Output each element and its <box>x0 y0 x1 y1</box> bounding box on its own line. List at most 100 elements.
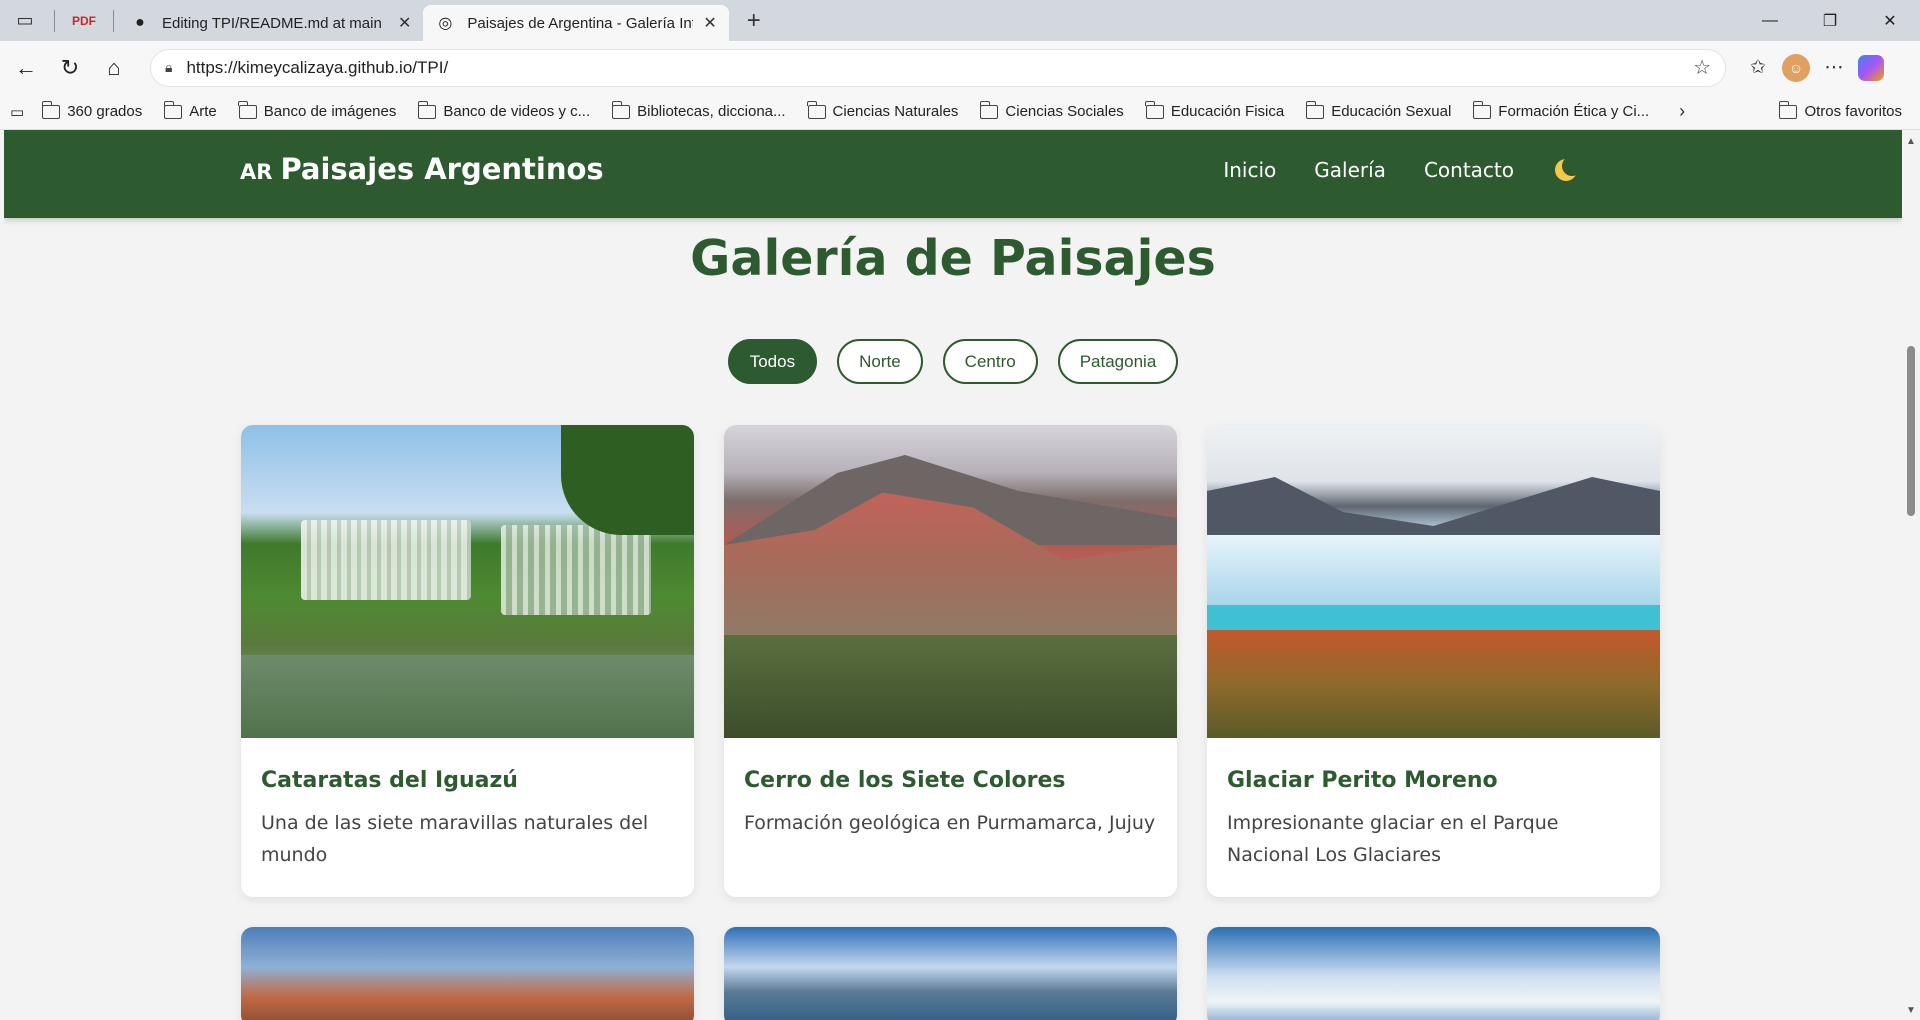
favorite-label: Bibliotecas, dicciona... <box>637 103 786 120</box>
folder-icon <box>417 100 437 119</box>
tree-shape <box>561 425 694 535</box>
card-image-siete-colores[interactable] <box>724 425 1177 738</box>
sidebar-toggle-icon[interactable]: ▭ <box>0 0 50 41</box>
site-nav: Inicio Galería Contacto <box>1185 156 1582 184</box>
minimize-icon[interactable]: — <box>1740 0 1800 41</box>
gallery-card[interactable] <box>1207 927 1660 1020</box>
mountain-shape <box>1207 477 1660 540</box>
filter-todos-button[interactable]: Todos <box>727 339 818 384</box>
filter-centro-button[interactable]: Centro <box>942 339 1038 384</box>
favorite-label: Otros favoritos <box>1804 103 1902 120</box>
favorite-label: Ciencias Sociales <box>1005 103 1124 120</box>
favorite-folder[interactable]: Educación Fisica <box>1145 100 1285 120</box>
favorite-label: Educación Sexual <box>1331 103 1452 120</box>
card-image-iguazu[interactable] <box>241 425 694 738</box>
gallery-grid: Cataratas del Iguazú Una de las siete ma… <box>241 425 1665 1020</box>
favorite-star-icon[interactable]: ☆ <box>1693 55 1711 80</box>
github-icon: ● <box>135 14 145 31</box>
folder-icon <box>1305 100 1325 119</box>
url-text[interactable]: https://kimeycalizaya.github.io/TPI/ <box>186 58 1693 78</box>
folder-icon <box>611 100 631 119</box>
pdf-tab-icon[interactable]: PDF <box>59 0 109 41</box>
close-icon[interactable]: ✕ <box>703 13 716 33</box>
card-image[interactable] <box>1207 927 1660 1020</box>
card-body: Cataratas del Iguazú Una de las siete ma… <box>241 738 694 897</box>
folder-icon <box>979 100 999 119</box>
back-icon[interactable]: ← <box>4 46 48 90</box>
close-icon[interactable]: ✕ <box>398 13 411 33</box>
reload-icon[interactable]: ↻ <box>48 46 92 90</box>
scroll-up-icon[interactable]: ▲ <box>1906 136 1916 147</box>
favorite-folder[interactable]: Ciencias Naturales <box>806 100 959 120</box>
avatar[interactable]: ☺ <box>1782 53 1810 82</box>
tab-github-readme[interactable]: ● Editing TPI/README.md at main ✕ <box>118 5 423 41</box>
nav-link-contacto[interactable]: Contacto <box>1424 158 1514 182</box>
card-title: Glaciar Perito Moreno <box>1227 768 1498 793</box>
card-title: Cataratas del Iguazú <box>261 768 518 793</box>
new-tab-icon[interactable]: + <box>729 0 779 41</box>
address-bar[interactable]: 🔒︎ https://kimeycalizaya.github.io/TPI/ … <box>150 48 1726 87</box>
site-info-icon[interactable]: 🔒︎ <box>165 59 172 76</box>
gallery-card[interactable]: Cerro de los Siete Colores Formación geo… <box>724 425 1177 897</box>
moon-icon[interactable] <box>1552 156 1582 184</box>
more-options-icon[interactable]: ⋯ <box>1814 48 1854 88</box>
favorites-bar: ▭ 360 grados Arte Banco de imágenes Banc… <box>0 94 1920 130</box>
favorite-folder[interactable]: Educación Sexual <box>1305 100 1452 120</box>
gallery-card[interactable] <box>241 927 694 1020</box>
folder-icon <box>1778 100 1798 119</box>
favorite-folder[interactable]: Ciencias Sociales <box>979 100 1124 120</box>
folder-icon <box>1472 100 1492 119</box>
nav-link-galeria[interactable]: Galería <box>1314 158 1386 182</box>
window-close-icon[interactable]: ✕ <box>1860 0 1920 41</box>
scrollbar-thumb[interactable] <box>1907 346 1915 516</box>
page-viewport: AR Paisajes Argentinos Inicio Galería Co… <box>4 130 1902 1020</box>
favorite-folder[interactable]: Formación Ética y Ci... <box>1472 100 1650 120</box>
filter-patagonia-button[interactable]: Patagonia <box>1057 339 1179 384</box>
favorite-label: Educación Fisica <box>1170 103 1285 120</box>
card-description: Una de las siete maravillas naturales de… <box>261 812 649 866</box>
glacier-shape <box>1207 535 1660 605</box>
river-shape <box>241 655 694 738</box>
copilot-icon[interactable] <box>1858 54 1884 81</box>
favorite-label: Banco de videos y c... <box>443 103 591 120</box>
browser-tab-bar: ▭ PDF ● Editing TPI/README.md at main ✕ … <box>0 0 1920 41</box>
filter-buttons: Todos Norte Centro Patagonia <box>4 339 1902 384</box>
home-icon[interactable]: ⌂ <box>92 46 136 90</box>
site-brand[interactable]: AR Paisajes Argentinos <box>240 152 604 186</box>
favorite-folder[interactable]: 360 grados <box>41 100 143 120</box>
waterfall-shape <box>501 525 651 615</box>
folder-icon <box>1145 100 1164 119</box>
gallery-card[interactable]: Cataratas del Iguazú Una de las siete ma… <box>241 425 694 897</box>
page-title: Galería de Paisajes <box>690 230 1216 287</box>
tab-paisajes[interactable]: ◎ Paisajes de Argentina - Galería Int ✕ <box>423 5 729 41</box>
favorite-folder[interactable]: Arte <box>163 100 217 120</box>
favorite-label: Formación Ética y Ci... <box>1498 103 1650 120</box>
other-favorites[interactable]: Otros favoritos <box>1778 100 1902 120</box>
folder-icon <box>238 100 257 119</box>
card-image-perito-moreno[interactable] <box>1207 425 1660 738</box>
gallery-card[interactable] <box>724 927 1177 1020</box>
card-image[interactable] <box>724 927 1177 1020</box>
favorites-icon[interactable]: ✩ <box>1738 48 1778 88</box>
tab-title: Editing TPI/README.md at main <box>162 14 382 32</box>
favorite-folder[interactable]: Banco de imágenes <box>238 100 396 120</box>
favorite-label: 360 grados <box>67 103 143 120</box>
scroll-down-icon[interactable]: ▼ <box>1906 1005 1916 1016</box>
favorite-label: Arte <box>189 103 217 120</box>
favorite-label: Ciencias Naturales <box>832 103 959 120</box>
card-title: Cerro de los Siete Colores <box>744 768 1066 793</box>
tab-title: Paisajes de Argentina - Galería Int <box>467 14 694 32</box>
restore-icon[interactable]: ❐ <box>1800 0 1860 41</box>
nav-link-inicio[interactable]: Inicio <box>1223 158 1276 182</box>
globe-icon: ◎ <box>438 15 453 32</box>
village-shape <box>724 635 1177 738</box>
filter-norte-button[interactable]: Norte <box>837 339 923 384</box>
favorite-folder[interactable]: Bibliotecas, dicciona... <box>611 100 786 120</box>
gallery-card[interactable]: Glaciar Perito Moreno Impresionante glac… <box>1207 425 1660 897</box>
favorite-folder[interactable]: Banco de videos y c... <box>417 100 591 120</box>
collections-icon[interactable]: ▭ <box>10 103 24 121</box>
brand-name: Paisajes Argentinos <box>280 152 604 186</box>
card-image[interactable] <box>241 927 694 1020</box>
chevron-right-icon[interactable]: › <box>1679 101 1685 122</box>
page-scrollbar[interactable]: ▲ ▼ <box>1902 130 1920 1020</box>
